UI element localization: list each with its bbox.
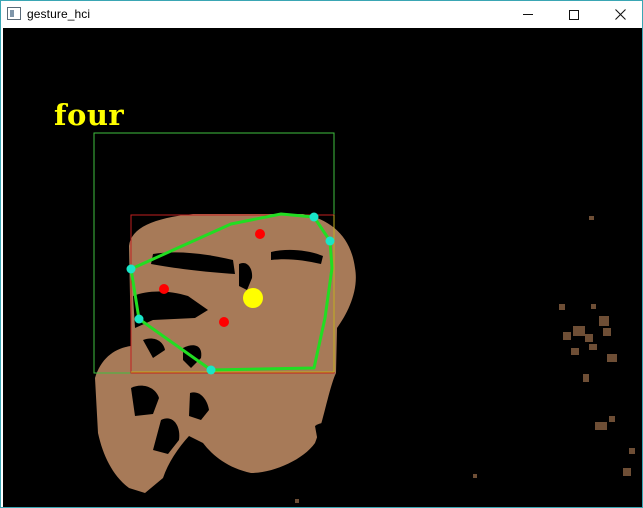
minimize-button[interactable]: [505, 1, 551, 28]
defect-point: [219, 317, 229, 327]
maximize-button[interactable]: [551, 1, 597, 28]
hull-point: [134, 314, 144, 324]
title-bar[interactable]: gesture_hci: [1, 1, 642, 28]
close-icon: [614, 9, 626, 20]
defect-point: [159, 284, 169, 294]
hull-point: [309, 212, 319, 222]
defect-point: [255, 229, 265, 239]
maximize-icon: [569, 9, 579, 20]
gesture-label: four: [54, 98, 125, 132]
palm-center: [243, 288, 263, 308]
camera-frame: four: [3, 28, 642, 507]
window-title: gesture_hci: [27, 7, 91, 21]
hull-point: [325, 236, 335, 246]
close-button[interactable]: [597, 1, 643, 28]
hull-point: [206, 365, 216, 375]
app-window-icon: [7, 7, 21, 20]
hull-point: [126, 264, 136, 274]
minimize-icon: [523, 14, 533, 15]
app-window: gesture_hci four: [0, 0, 643, 508]
